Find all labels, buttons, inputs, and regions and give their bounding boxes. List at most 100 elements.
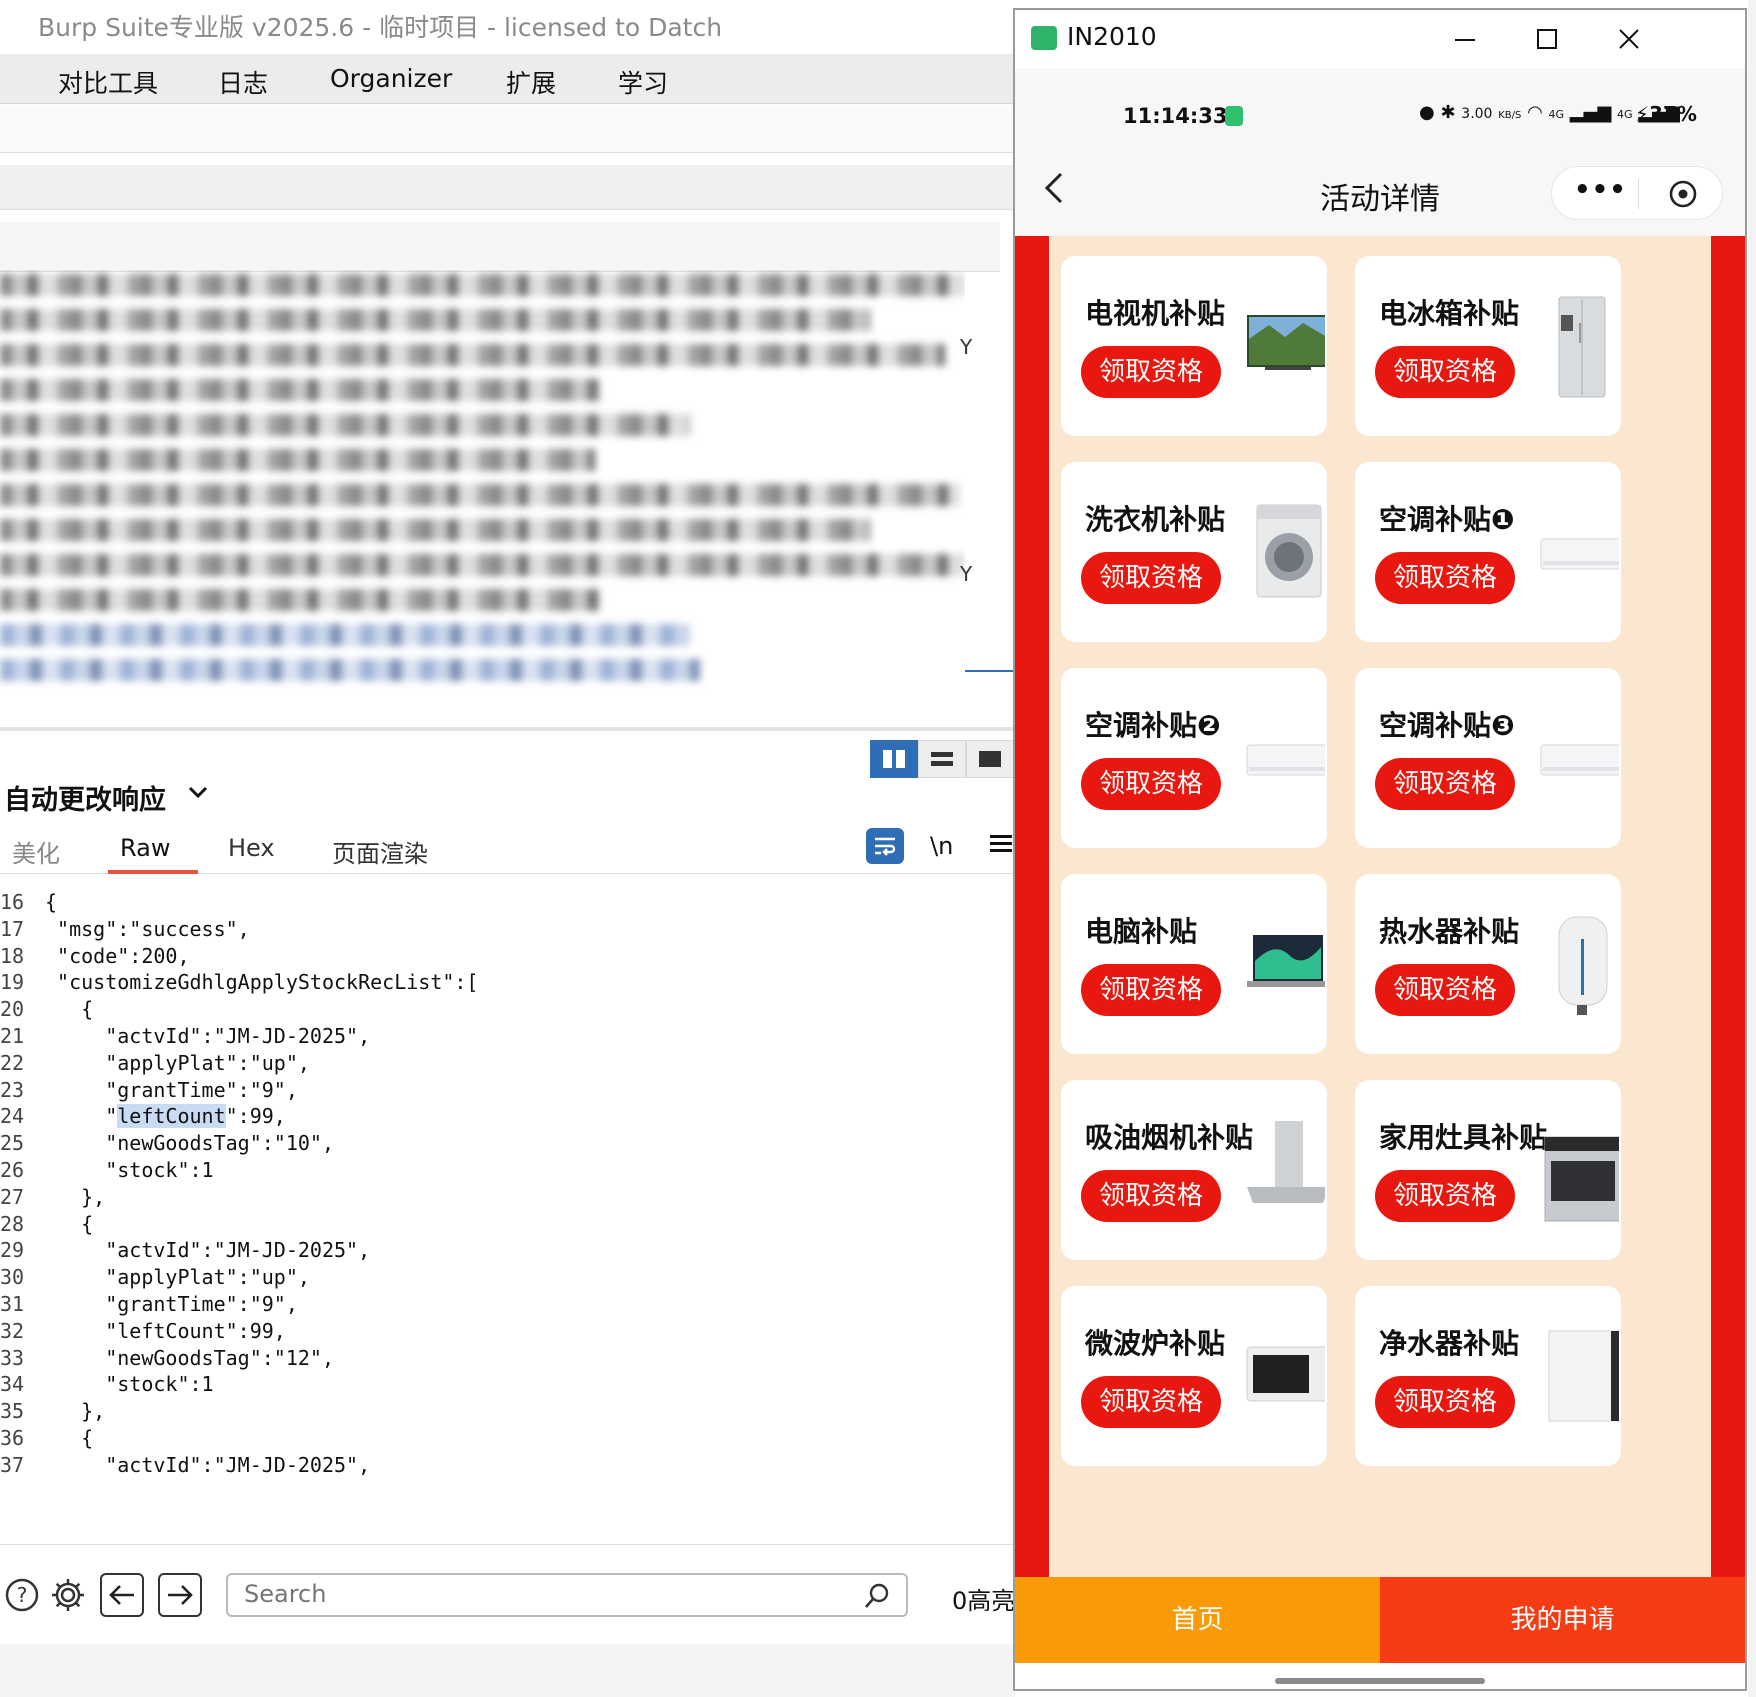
panel-splitter[interactable]	[0, 727, 1015, 731]
response-tabs: 美化 Raw Hex 页面渲染	[0, 826, 1015, 874]
layout-single-button[interactable]	[966, 740, 1014, 778]
search-box	[226, 1573, 908, 1617]
search-input[interactable]	[228, 1575, 848, 1613]
claim-eligibility-button[interactable]: 领取资格	[1375, 964, 1515, 1016]
response-code-editor[interactable]: 16 {17 "msg":"success", 18 "code":200, 19 "…	[0, 876, 1015, 1544]
subsidy-card[interactable]: 空调补贴❶ 领取资格	[1355, 462, 1621, 642]
active-tab-underline	[108, 870, 198, 874]
subsidy-card[interactable]: 微波炉补贴领取资格	[1061, 1286, 1327, 1466]
claim-eligibility-button[interactable]: 领取资格	[1375, 552, 1515, 604]
search-highlight: leftCount	[117, 1104, 226, 1129]
bottom-tabbar: 首页 我的申请	[1015, 1577, 1745, 1663]
claim-eligibility-button[interactable]: 领取资格	[1375, 346, 1515, 398]
svg-text:?: ?	[17, 1583, 28, 1607]
tab-home[interactable]: 首页	[1015, 1577, 1380, 1663]
code-line: {	[45, 1211, 94, 1236]
claim-eligibility-button[interactable]: 领取资格	[1375, 758, 1515, 810]
code-line: "stock":1	[45, 1158, 214, 1182]
microwave-icon	[1246, 1346, 1325, 1402]
line-number: 32	[0, 1318, 25, 1343]
newline-toggle-button[interactable]: \n	[930, 832, 953, 860]
tv-icon	[1247, 315, 1325, 370]
menu-organizer[interactable]: Organizer	[330, 64, 452, 93]
help-icon[interactable]: ?	[0, 1573, 44, 1617]
tab-raw[interactable]: Raw	[120, 834, 170, 862]
gear-icon[interactable]	[46, 1573, 90, 1617]
tab-render[interactable]: 页面渲染	[332, 834, 428, 869]
selection-indicator	[965, 670, 1015, 672]
filter-band	[0, 165, 1015, 210]
subsidy-card[interactable]: 热水器补贴 领取资格	[1355, 874, 1621, 1054]
close-window-button[interactable]	[1609, 22, 1649, 56]
tab-hex[interactable]: Hex	[228, 834, 275, 862]
claim-eligibility-button[interactable]: 领取资格	[1081, 758, 1221, 810]
code-line: "actvId":"JM-JD-2025",	[45, 1452, 371, 1477]
claim-eligibility-button[interactable]: 领取资格	[1375, 1170, 1515, 1222]
subsidy-card[interactable]: 净水器补贴 领取资格	[1355, 1286, 1621, 1466]
subsidy-card[interactable]: 空调补贴❷ 领取资格	[1061, 668, 1327, 848]
next-match-button[interactable]	[158, 1573, 202, 1617]
menu-learn[interactable]: 学习	[618, 64, 668, 100]
burp-window: Burp Suite专业版 v2025.6 - 临时项目 - licensed …	[0, 0, 1015, 1697]
toolbar-band	[0, 105, 1015, 153]
columns-icon	[883, 750, 905, 768]
code-line: {	[45, 1426, 94, 1450]
word-wrap-button[interactable]	[866, 828, 904, 864]
tab-pretty[interactable]: 美化	[12, 834, 60, 869]
tab-my-applications[interactable]: 我的申请	[1380, 1577, 1745, 1663]
mini-program-navbar: 活动详情 •••	[1015, 150, 1745, 236]
subsidy-card[interactable]: 电冰箱补贴 领取资格	[1355, 256, 1621, 436]
product-image	[1539, 1122, 1619, 1222]
subsidy-card-title: 电视机补贴	[1085, 297, 1226, 330]
mini-program-capsule: •••	[1551, 166, 1723, 220]
menu-comparer[interactable]: 对比工具	[58, 64, 158, 100]
search-icon[interactable]	[862, 1581, 892, 1615]
blurred-row	[0, 309, 870, 331]
hamburger-icon[interactable]	[990, 830, 1012, 860]
more-icon[interactable]: •••	[1574, 175, 1627, 205]
subsidy-card[interactable]: 电脑补贴 领取资格	[1061, 874, 1327, 1054]
product-image	[1539, 296, 1619, 398]
close-icon	[1619, 29, 1639, 49]
code-line: },	[45, 1399, 106, 1424]
subsidy-content: 电视机补贴 领取资格 电冰箱补贴 领取资格 洗衣机补贴 领取资格 空调补贴❶ 领取资格 空调补贴…	[1015, 236, 1745, 1577]
layout-split-vertical-button[interactable]	[870, 740, 918, 778]
claim-eligibility-button[interactable]: 领取资格	[1081, 964, 1221, 1016]
blurred-row	[0, 449, 595, 471]
line-number: 31	[0, 1292, 25, 1316]
product-image	[1245, 1328, 1325, 1428]
layout-split-horizontal-button[interactable]	[918, 740, 966, 778]
rows-icon	[931, 752, 953, 766]
chevron-down-icon[interactable]	[186, 780, 210, 810]
code-line: "applyPlat":"up",	[45, 1050, 310, 1075]
subsidy-card-title: 微波炉补贴	[1085, 1327, 1226, 1360]
network-speed: 3.00	[1461, 106, 1493, 122]
line-number: 29	[0, 1238, 25, 1263]
alarm-icon: ●	[1419, 102, 1435, 123]
close-mini-program-icon[interactable]	[1668, 179, 1698, 213]
battery-percent: 37%	[1649, 102, 1697, 126]
layout-toggle	[870, 740, 1014, 778]
network-type-2: 4G	[1617, 108, 1633, 121]
claim-eligibility-button[interactable]: 领取资格	[1081, 552, 1221, 604]
claim-eligibility-button[interactable]: 领取资格	[1375, 1376, 1515, 1428]
wifi-icon: ◠	[1527, 102, 1543, 123]
highlight-count: 0高亮	[952, 1587, 1016, 1615]
subsidy-card[interactable]: 空调补贴❸ 领取资格	[1355, 668, 1621, 848]
claim-eligibility-button[interactable]: 领取资格	[1081, 1376, 1221, 1428]
subsidy-card[interactable]: 洗衣机补贴 领取资格	[1061, 462, 1327, 642]
maximize-button[interactable]	[1527, 22, 1567, 56]
menu-logger[interactable]: 日志	[218, 64, 268, 100]
claim-eligibility-button[interactable]: 领取资格	[1081, 1170, 1221, 1222]
minimize-button[interactable]	[1445, 22, 1485, 56]
history-row-mark: Y	[960, 562, 973, 586]
product-image	[1245, 1121, 1325, 1222]
subsidy-card[interactable]: 吸油烟机补贴 领取资格	[1061, 1080, 1327, 1260]
claim-eligibility-button[interactable]: 领取资格	[1081, 346, 1221, 398]
menu-extensions[interactable]: 扩展	[506, 64, 556, 100]
subsidy-card[interactable]: 电视机补贴领取资格	[1061, 256, 1327, 436]
home-indicator[interactable]	[1275, 1678, 1485, 1684]
line-number: 16	[0, 890, 25, 914]
subsidy-card[interactable]: 家用灶具补贴 领取资格	[1355, 1080, 1621, 1260]
previous-match-button[interactable]	[100, 1573, 144, 1617]
